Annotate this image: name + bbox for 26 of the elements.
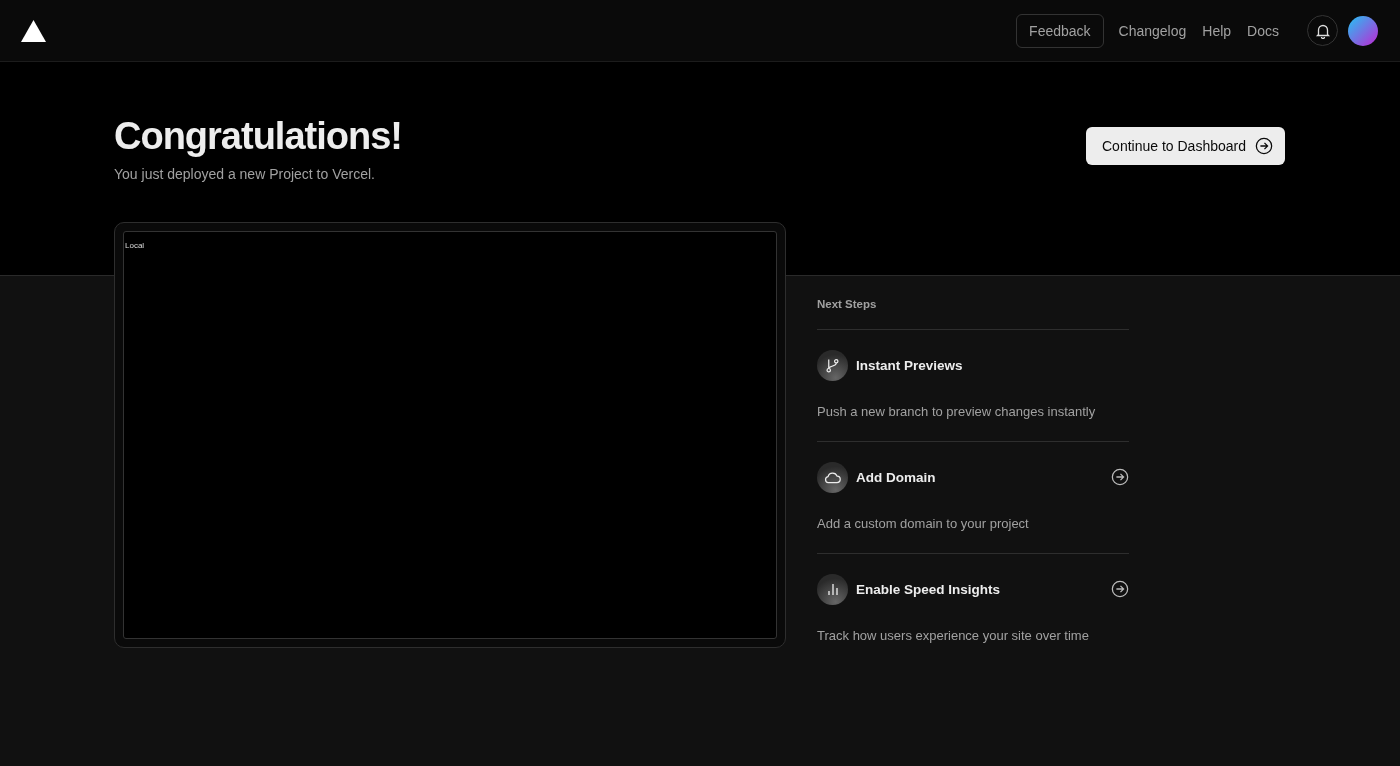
- bar-chart-icon: [826, 582, 839, 596]
- branch-icon: [825, 357, 840, 373]
- feedback-button[interactable]: Feedback: [1016, 13, 1104, 48]
- continue-button[interactable]: Continue to Dashboard: [1086, 127, 1285, 165]
- step-description: Add a custom domain to your project: [817, 515, 1030, 531]
- step-title: Instant Previews: [856, 357, 963, 373]
- nav-link[interactable]: Changelog: [1118, 22, 1187, 39]
- nav-link[interactable]: Docs: [1247, 22, 1279, 39]
- arrow-right-icon: [1255, 137, 1273, 155]
- avatar[interactable]: [1348, 15, 1378, 46]
- step-description: Push a new branch to preview changes instantly: [817, 403, 1097, 419]
- nav-link[interactable]: Help: [1202, 22, 1232, 39]
- bell-icon: [1314, 22, 1331, 39]
- page-subtitle: You just deployed a new Project to Vercel.: [114, 165, 376, 182]
- preview-label: Local: [125, 240, 145, 250]
- step-description: Track how users experience your site over time: [817, 627, 1090, 643]
- step-title: Add Domain: [856, 469, 936, 485]
- section-heading: Next Steps: [817, 297, 1129, 330]
- arrow-right-icon: [1111, 580, 1129, 599]
- step-arrow-button[interactable]: [1111, 468, 1129, 487]
- step-title: Enable Speed Insights: [856, 581, 1001, 597]
- cloud-icon: [824, 470, 841, 484]
- page-title: Congratulations!: [114, 116, 403, 158]
- step-arrow-button[interactable]: [1111, 580, 1129, 599]
- triangle-logo[interactable]: [21, 19, 46, 42]
- arrow-right-icon: [1111, 468, 1129, 487]
